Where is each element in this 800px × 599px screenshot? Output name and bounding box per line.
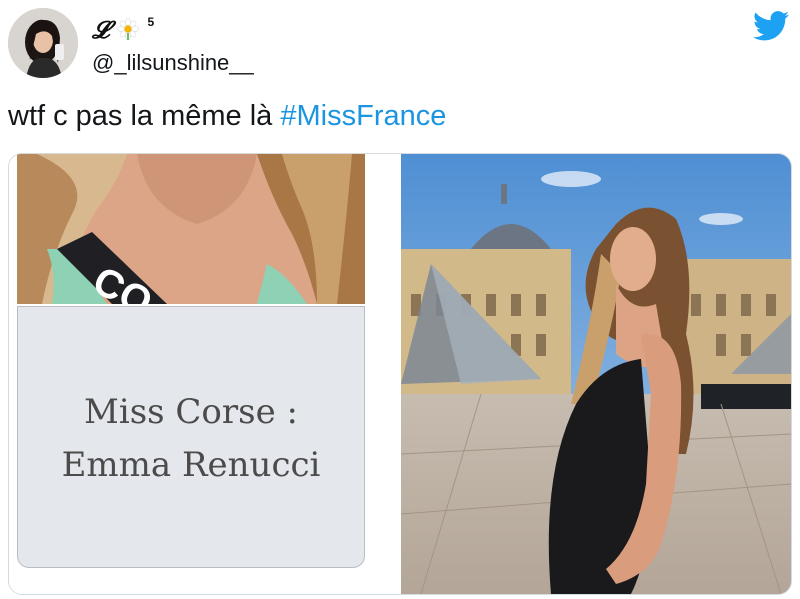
user-handle[interactable]: @_lilsunshine__ <box>92 50 254 76</box>
display-name-number: 5 <box>147 15 155 29</box>
hashtag-link[interactable]: #MissFrance <box>280 100 446 132</box>
media-grid[interactable]: CO Miss Corse : Emma Renucci <box>8 153 792 595</box>
display-name-letter: 𝓛 <box>92 14 110 44</box>
media-right[interactable] <box>401 154 791 594</box>
media-divider <box>365 154 401 594</box>
sash-photo-image: CO <box>17 154 365 304</box>
avatar[interactable] <box>8 8 78 78</box>
caption-line-1: Miss Corse : <box>84 392 298 432</box>
louvre-portrait-photo <box>401 154 791 594</box>
tweet-card: 𝓛 5 @_lilsunshine__ wtf c pas la même là… <box>0 0 800 599</box>
display-name[interactable]: 𝓛 5 <box>92 14 154 44</box>
caption-line-2: Emma Renucci <box>61 445 321 485</box>
sash-photo: CO <box>17 154 365 304</box>
media-left[interactable]: CO Miss Corse : Emma Renucci <box>9 154 365 594</box>
tweet-text: wtf c pas la même là #MissFrance <box>8 100 446 133</box>
flower-emoji-icon <box>117 18 140 40</box>
caption-card: Miss Corse : Emma Renucci <box>17 306 365 568</box>
tweet-text-body: wtf c pas la même là <box>8 100 281 132</box>
avatar-photo <box>8 8 78 78</box>
twitter-bird-icon[interactable] <box>753 11 789 41</box>
